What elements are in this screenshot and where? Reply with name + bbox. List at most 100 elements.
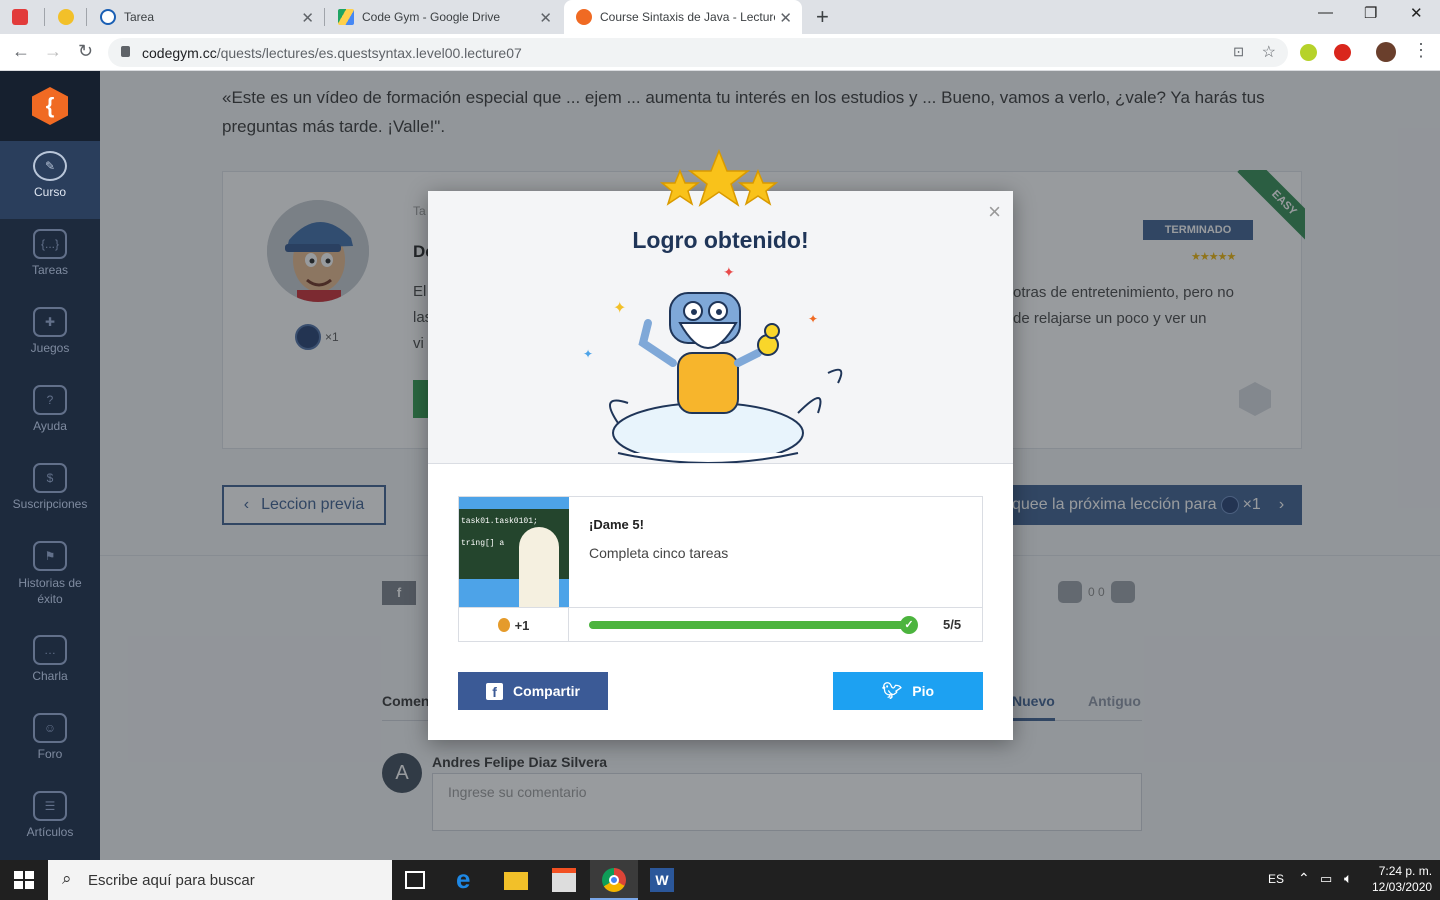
stars-icon bbox=[659, 149, 779, 207]
modal-header: Logro obtenido! × ✦ ✦ ✦ ✦ bbox=[428, 191, 1013, 464]
svg-text:✦: ✦ bbox=[583, 347, 593, 361]
tab-separator bbox=[44, 8, 45, 26]
pin-icon bbox=[12, 9, 28, 25]
tab-google-drive[interactable]: Code Gym - Google Drive ✕ bbox=[326, 0, 562, 34]
codegym-logo[interactable]: { bbox=[0, 71, 100, 141]
language-indicator[interactable]: ES bbox=[1268, 872, 1284, 886]
share-facebook-button[interactable]: f Compartir bbox=[458, 672, 608, 710]
chat-icon: … bbox=[33, 635, 67, 665]
clock-date: 12/03/2020 bbox=[1372, 880, 1433, 894]
volume-icon[interactable]: 🔈︎ bbox=[1344, 870, 1352, 887]
tab-separator bbox=[86, 8, 87, 26]
sidebar-item-foro[interactable]: ☺ Foro bbox=[0, 703, 100, 781]
achievement-footer: +1 ✓ 5/5 bbox=[459, 607, 982, 642]
code-braces-icon: {...} bbox=[33, 229, 67, 259]
browser-tab-bar: Tarea ✕ Code Gym - Google Drive ✕ Course S… bbox=[0, 0, 1440, 34]
logo-icon: { bbox=[32, 87, 68, 125]
medal-icon bbox=[497, 618, 510, 632]
share-twitter-label: Pio bbox=[912, 683, 935, 699]
sidebar-item-charla[interactable]: … Charla bbox=[0, 625, 100, 703]
maximize-button[interactable]: ❐ bbox=[1364, 4, 1377, 22]
file-explorer-icon[interactable] bbox=[504, 872, 528, 890]
forward-arrow-icon[interactable]: → bbox=[44, 41, 62, 62]
sidebar-item-curso[interactable]: ✎ Curso bbox=[0, 141, 100, 219]
checkmark-icon: ✓ bbox=[900, 616, 918, 634]
sidebar-item-label: Historias de éxito bbox=[18, 576, 82, 606]
back-arrow-icon[interactable]: ← bbox=[12, 41, 30, 62]
sidebar: { ✎ Curso {...} Tareas ✚ Juegos ? Ayuda $ Sus… bbox=[0, 71, 100, 860]
sidebar-item-label: Charla bbox=[32, 669, 68, 683]
codegym-favicon-icon bbox=[576, 9, 592, 25]
progress-bar bbox=[589, 621, 913, 629]
chrome-taskbar-button[interactable] bbox=[590, 860, 638, 900]
taskbar-search-placeholder: Escribe aquí para buscar bbox=[88, 871, 255, 889]
sidebar-item-historias[interactable]: ⚑ Historias de éxito bbox=[0, 531, 100, 625]
bookmark-star-icon[interactable]: ☆ bbox=[1262, 42, 1276, 62]
url-path: /quests/lectures/es.questsyntax.level00.… bbox=[216, 44, 522, 61]
profile-avatar[interactable] bbox=[1376, 42, 1396, 62]
taskbar-search-input[interactable]: ⌕ Escribe aquí para buscar bbox=[48, 860, 392, 900]
sidebar-item-label: Tareas bbox=[31, 263, 69, 277]
new-tab-button[interactable]: + bbox=[810, 0, 840, 34]
word-icon[interactable]: W bbox=[650, 868, 674, 892]
facebook-icon: f bbox=[486, 682, 504, 700]
tab-pinned-1[interactable] bbox=[0, 0, 44, 34]
translate-icon[interactable]: ⊡ bbox=[1233, 44, 1244, 60]
store-icon[interactable] bbox=[552, 868, 576, 892]
tab-pinned-2[interactable] bbox=[46, 0, 86, 34]
achievement-description: Completa cinco tareas bbox=[589, 545, 729, 561]
progress-text: 5/5 bbox=[943, 617, 962, 632]
search-icon: ⌕ bbox=[62, 869, 72, 888]
reward: +1 bbox=[459, 608, 569, 642]
clock[interactable]: 7:24 p. m. 12/03/2020 bbox=[1372, 864, 1432, 894]
windows-start-icon[interactable] bbox=[14, 871, 34, 889]
share-facebook-label: Compartir bbox=[513, 683, 580, 699]
modal-title: Logro obtenido! bbox=[632, 227, 809, 253]
windows-taskbar: ⌕ Escribe aquí para buscar e W ES ⌃ ▭ 🔈︎ … bbox=[0, 860, 1440, 900]
minimize-button[interactable]: — bbox=[1318, 4, 1333, 21]
close-tab-icon[interactable]: ✕ bbox=[779, 9, 792, 27]
task-view-icon[interactable] bbox=[405, 871, 425, 889]
menu-dots-icon[interactable]: ⋮ bbox=[1412, 40, 1430, 61]
svg-text:✦: ✦ bbox=[808, 312, 818, 326]
extension-icon[interactable] bbox=[1300, 44, 1317, 61]
forum-icon: ☺ bbox=[33, 713, 67, 743]
close-icon[interactable]: × bbox=[988, 199, 1001, 225]
progress-fill bbox=[589, 621, 913, 629]
tab-label: Tarea bbox=[124, 10, 155, 24]
articles-icon: ☰ bbox=[33, 791, 67, 821]
sidebar-item-juegos[interactable]: ✚ Juegos bbox=[0, 297, 100, 375]
sidebar-item-label: Ayuda bbox=[33, 419, 67, 433]
reload-icon[interactable]: ↻ bbox=[78, 41, 93, 62]
address-toolbar: ← → ↻ codegym.cc/quests/lectures/es.ques… bbox=[0, 34, 1440, 71]
tab-course-active[interactable]: Course Sintaxis de Java - Lecture ✕ bbox=[564, 0, 802, 34]
tab-label: Course Sintaxis de Java - Lecture bbox=[600, 10, 775, 24]
sidebar-item-ayuda[interactable]: ? Ayuda bbox=[0, 375, 100, 453]
url-host: codegym.cc bbox=[142, 44, 217, 61]
chalkboard-text: tring[] a bbox=[461, 539, 505, 548]
tab-separator bbox=[324, 8, 325, 26]
sidebar-item-suscripciones[interactable]: $ Suscripciones bbox=[0, 453, 100, 531]
sidebar-item-tareas[interactable]: {...} Tareas bbox=[0, 219, 100, 297]
share-twitter-button[interactable]: 🐦︎ Pio bbox=[833, 672, 983, 710]
close-tab-icon[interactable]: ✕ bbox=[301, 9, 314, 27]
chalkboard-text: task01.task0101; bbox=[461, 517, 538, 526]
achievement-image: task01.task0101; tring[] a bbox=[459, 497, 569, 607]
network-icon[interactable]: ▭ bbox=[1320, 871, 1332, 887]
close-tab-icon[interactable]: ✕ bbox=[539, 9, 552, 27]
gamepad-icon: ✚ bbox=[33, 307, 67, 337]
address-bar[interactable]: codegym.cc/quests/lectures/es.questsynta… bbox=[108, 38, 1288, 67]
edge-icon[interactable]: e bbox=[456, 866, 480, 892]
close-window-button[interactable]: ✕ bbox=[1410, 4, 1423, 22]
help-icon: ? bbox=[33, 385, 67, 415]
flag-icon: ⚑ bbox=[33, 541, 67, 571]
clock-time: 7:24 p. m. bbox=[1378, 864, 1433, 878]
tarea-favicon-icon bbox=[100, 9, 116, 25]
professor-figure bbox=[519, 527, 559, 607]
svg-text:✦: ✦ bbox=[613, 300, 626, 317]
chevron-up-icon[interactable]: ⌃ bbox=[1298, 870, 1310, 887]
extension-badge-icon[interactable] bbox=[1334, 44, 1351, 61]
lock-icon bbox=[121, 46, 130, 57]
tab-tarea[interactable]: Tarea ✕ bbox=[88, 0, 324, 34]
sidebar-item-articulos[interactable]: ☰ Artículos bbox=[0, 781, 100, 859]
